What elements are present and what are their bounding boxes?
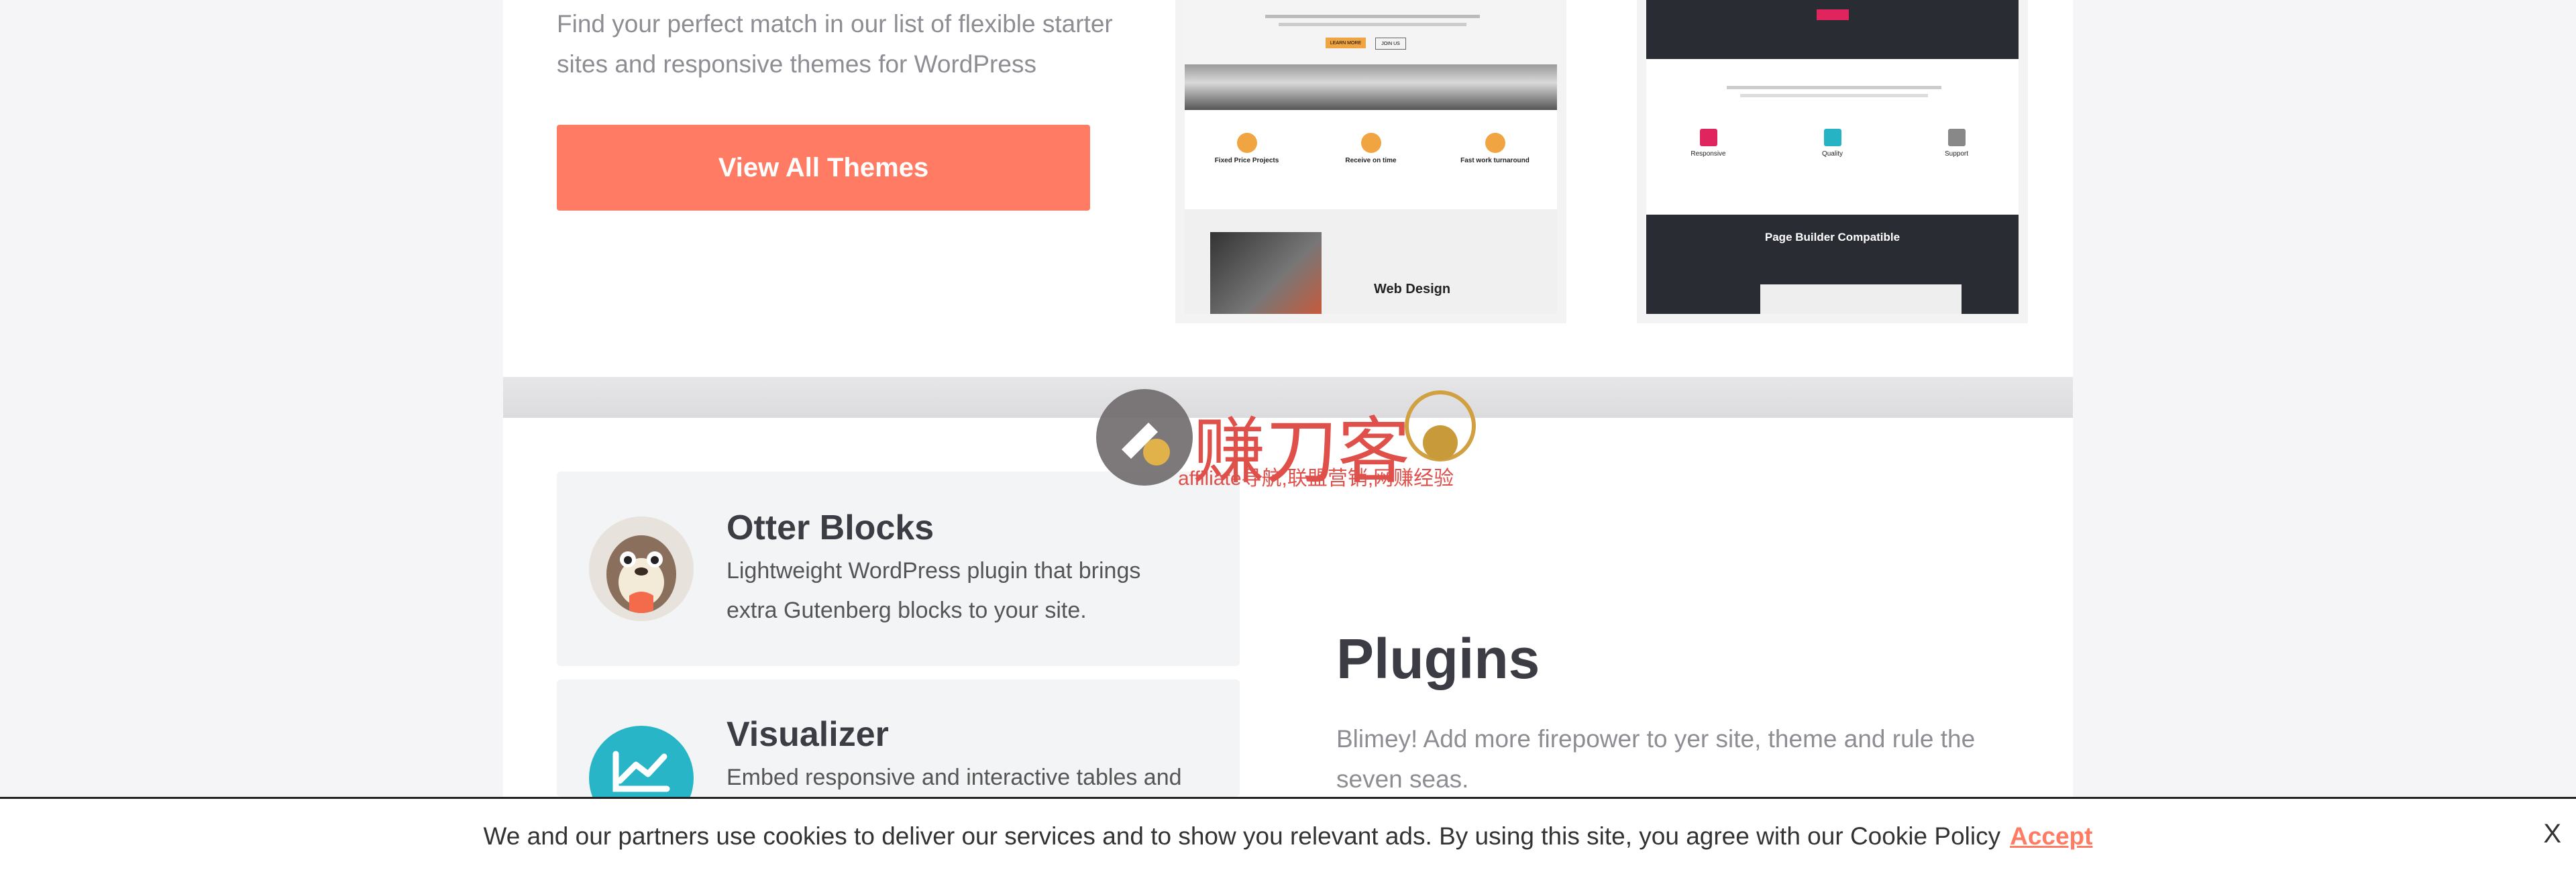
preview2-feature-3: Support [1944, 150, 1969, 158]
preview-join-us: JOIN US [1375, 38, 1406, 50]
preview-feature-2: Receive on time [1345, 157, 1397, 164]
preview-section-title: Web Design [1374, 282, 1451, 296]
cookie-text: We and our partners use cookies to deliv… [483, 822, 2001, 850]
watermark: 赚刀客 affiliate导航,联盟营销,网赚经验 [1095, 388, 1477, 494]
preview2-builder-image [1760, 284, 1962, 314]
theme-preview-1[interactable]: LEARN MORE JOIN US Fixed Price Projects … [1185, 0, 1557, 314]
plugin-desc-otter: Lightweight WordPress plugin that brings… [727, 558, 1141, 623]
theme-preview-2[interactable]: Responsive Quality Support Page Builder … [1646, 0, 2019, 314]
preview-features-2: Responsive Quality Support [1646, 129, 2019, 158]
watermark-tagline: affiliate导航,联盟营销,网赚经验 [1178, 468, 1454, 490]
cookie-close-button[interactable]: X [2543, 819, 2561, 849]
preview2-feature-1: Responsive [1690, 150, 1726, 158]
web-design-image [1210, 232, 1322, 314]
otter-icon [589, 516, 694, 621]
preview-feature-3: Fast work turnaround [1460, 157, 1529, 164]
themes-description: Find your perfect match in our list of f… [557, 10, 1113, 78]
mountain-image [1185, 64, 1557, 110]
plugins-description: Blimey! Add more firepower to yer site, … [1336, 725, 1976, 793]
coin-icon [1405, 390, 1476, 461]
cookie-banner: We and our partners use cookies to deliv… [0, 797, 2576, 874]
visualizer-icon [589, 726, 694, 797]
plugin-card-visualizer[interactable]: Visualizer Embed responsive and interact… [557, 679, 1240, 797]
preview-learn-more: LEARN MORE [1326, 38, 1366, 48]
plugin-card-otter-blocks[interactable]: Otter Blocks Lightweight WordPress plugi… [557, 472, 1240, 666]
preview-feature-1: Fixed Price Projects [1214, 157, 1279, 164]
preview-hero-button [1817, 9, 1849, 20]
plugin-name-visualizer[interactable]: Visualizer [727, 714, 889, 755]
plugin-desc-visualizer: Embed responsive and interactive tables … [727, 765, 1182, 790]
plugin-name-otter[interactable]: Otter Blocks [727, 508, 934, 548]
preview2-banner-title: Page Builder Compatible [1764, 231, 1900, 243]
plugins-title: Plugins [1336, 627, 1540, 690]
preview-features: Fixed Price Projects Receive on time Fas… [1185, 133, 1557, 164]
cookie-accept-link[interactable]: Accept [2010, 822, 2092, 851]
preview2-feature-2: Quality [1821, 150, 1843, 158]
view-all-themes-button[interactable]: View All Themes [557, 125, 1090, 211]
